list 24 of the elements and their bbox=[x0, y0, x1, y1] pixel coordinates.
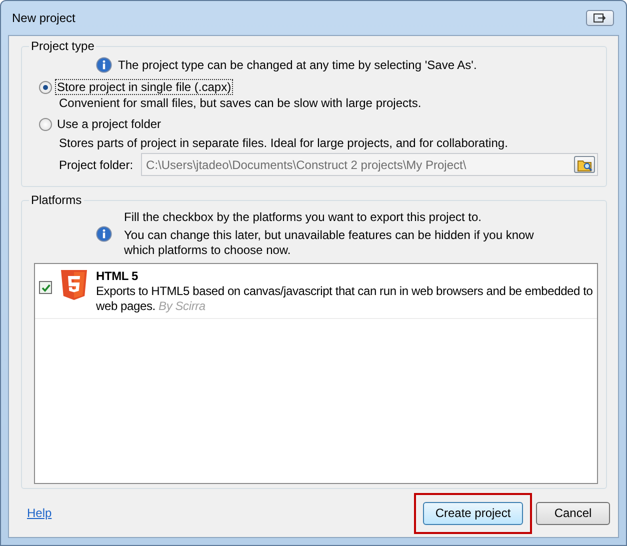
platform-name: HTML 5 bbox=[96, 269, 139, 284]
radio-button[interactable] bbox=[39, 80, 52, 94]
option-description: Convenient for small files, but saves can be slow with large projects. bbox=[59, 96, 422, 110]
field-label: Project folder: bbox=[59, 158, 134, 172]
radio-label[interactable]: Use a project folder bbox=[55, 116, 164, 132]
shield-logo-icon bbox=[60, 269, 88, 301]
window-title: New project bbox=[12, 11, 76, 25]
platform-description: Exports to HTML5 based on canvas/javascript that can run in web browsers and be embedded to web pages. By Scirra bbox=[96, 284, 593, 314]
radio-button[interactable] bbox=[39, 118, 52, 130]
group-title: Platforms bbox=[30, 193, 83, 207]
radio-label[interactable]: Store project in single file (.capx) bbox=[55, 79, 234, 95]
option-description: Stores parts of project in separate files. Ideal for large projects, and for collaborating. bbox=[59, 136, 509, 150]
info-icon bbox=[96, 226, 112, 242]
window-menu-icon bbox=[593, 13, 607, 23]
checkbox[interactable] bbox=[39, 281, 52, 294]
window-menu-button[interactable] bbox=[586, 10, 614, 26]
info-text: You can change this later, but unavailable features can be hidden if you know which platforms to choose now. bbox=[124, 228, 534, 258]
info-icon bbox=[96, 57, 112, 73]
help-link[interactable]: Help bbox=[27, 506, 52, 520]
info-text: Fill the checkbox by the platforms you want to export this project to. bbox=[124, 210, 483, 225]
dialog-button[interactable]: Cancel bbox=[536, 502, 610, 524]
group-title: Project type bbox=[30, 39, 96, 53]
info-text: The project type can be changed at any time by selecting 'Save As'. bbox=[118, 58, 477, 72]
dialog-button[interactable]: Create project bbox=[423, 502, 523, 524]
